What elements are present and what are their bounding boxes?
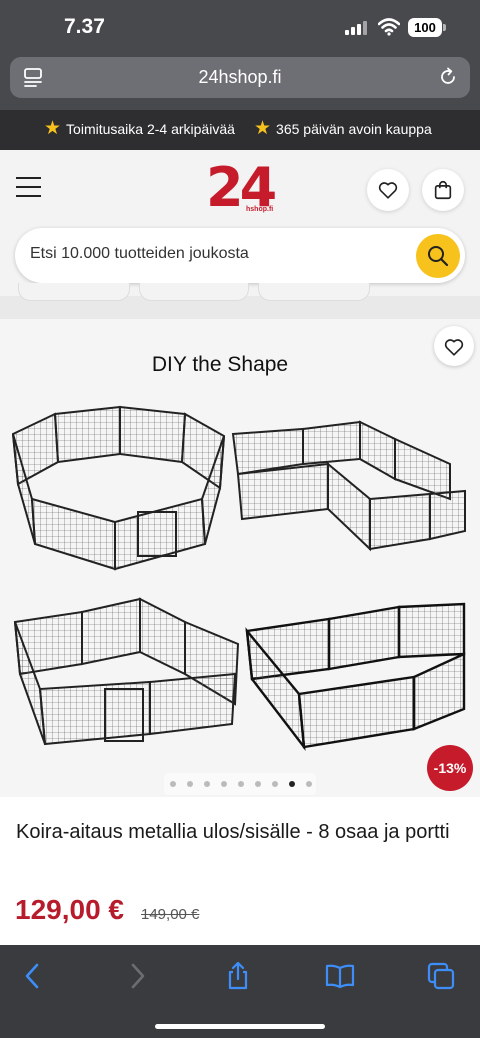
product-card[interactable]: DIY the Shape -13% Koira-aitaus metallia… <box>0 319 480 945</box>
category-chips <box>0 283 480 303</box>
status-bar: 7.37 100 <box>0 0 480 56</box>
search-input[interactable]: Etsi 10.000 tuotteiden joukosta <box>15 228 465 283</box>
forward-icon[interactable] <box>122 961 152 991</box>
menu-icon[interactable] <box>16 177 41 197</box>
product-title[interactable]: Koira-aitaus metallia ulos/sisälle - 8 o… <box>16 816 456 849</box>
product-image-gallery[interactable]: DIY the Shape -13% <box>0 319 480 797</box>
gallery-dot[interactable] <box>272 781 278 787</box>
product-price: 129,00 € <box>15 894 124 925</box>
search-button[interactable] <box>416 234 460 278</box>
address-bar[interactable]: 24hshop.fi <box>10 57 470 98</box>
promo-delivery-text: Toimitusaika 2-4 arkipäivää <box>66 121 235 137</box>
product-image-square-pen <box>13 597 240 746</box>
shopping-bag-icon <box>434 181 452 200</box>
discount-badge: -13% <box>427 745 473 791</box>
back-icon[interactable] <box>18 961 48 991</box>
category-chip[interactable] <box>18 283 130 301</box>
logo-subtext: hshop.fi <box>246 206 274 213</box>
gallery-pagination[interactable] <box>164 773 316 795</box>
heart-icon <box>444 339 464 356</box>
tabs-icon[interactable] <box>426 961 456 991</box>
category-chip[interactable] <box>139 283 249 301</box>
promo-returns: ★ 365 päivän avoin kauppa <box>254 119 432 139</box>
promo-delivery: ★ Toimitusaika 2-4 arkipäivää <box>44 119 235 139</box>
gallery-dot[interactable] <box>238 781 244 787</box>
star-icon: ★ <box>254 118 272 139</box>
share-icon[interactable] <box>223 961 253 991</box>
gallery-dot[interactable] <box>289 781 295 787</box>
add-to-favorites-button[interactable] <box>434 326 474 366</box>
star-icon: ★ <box>44 118 62 139</box>
status-time: 7.37 <box>64 15 105 38</box>
product-image-rectangle-pen <box>245 602 466 752</box>
wifi-icon <box>378 18 400 36</box>
product-image-l-shape-pen <box>231 420 466 552</box>
site-logo[interactable]: 24 hshop.fi <box>206 156 278 219</box>
product-image-octagon-pen <box>11 405 226 571</box>
reload-icon[interactable] <box>438 67 458 87</box>
home-indicator <box>155 1024 325 1029</box>
cart-button[interactable] <box>422 169 464 211</box>
heart-icon <box>378 182 398 199</box>
promo-strip: ★ Toimitusaika 2-4 arkipäivää ★ 365 päiv… <box>0 110 480 150</box>
site-header: 24 hshop.fi Etsi 10.000 tuotteiden jouko… <box>0 150 480 296</box>
battery-indicator: 100 <box>408 18 442 37</box>
browser-top-chrome: 7.37 100 24hshop.fi <box>0 0 480 110</box>
gallery-dot[interactable] <box>221 781 227 787</box>
gallery-dot[interactable] <box>170 781 176 787</box>
image-caption: DIY the Shape <box>151 353 289 376</box>
gallery-dot[interactable] <box>187 781 193 787</box>
gallery-dot[interactable] <box>204 781 210 787</box>
cellular-signal-icon <box>345 21 371 35</box>
gallery-dot[interactable] <box>255 781 261 787</box>
search-icon <box>428 246 449 267</box>
search-placeholder: Etsi 10.000 tuotteiden joukosta <box>30 245 249 262</box>
product-old-price: 149,00 € <box>141 906 200 923</box>
battery-cap <box>443 24 446 31</box>
bookmarks-icon[interactable] <box>325 961 355 991</box>
url-text[interactable]: 24hshop.fi <box>10 67 470 88</box>
promo-returns-text: 365 päivän avoin kauppa <box>276 121 432 137</box>
wishlist-button[interactable] <box>367 169 409 211</box>
category-chip[interactable] <box>258 283 370 301</box>
gallery-dot[interactable] <box>306 781 312 787</box>
